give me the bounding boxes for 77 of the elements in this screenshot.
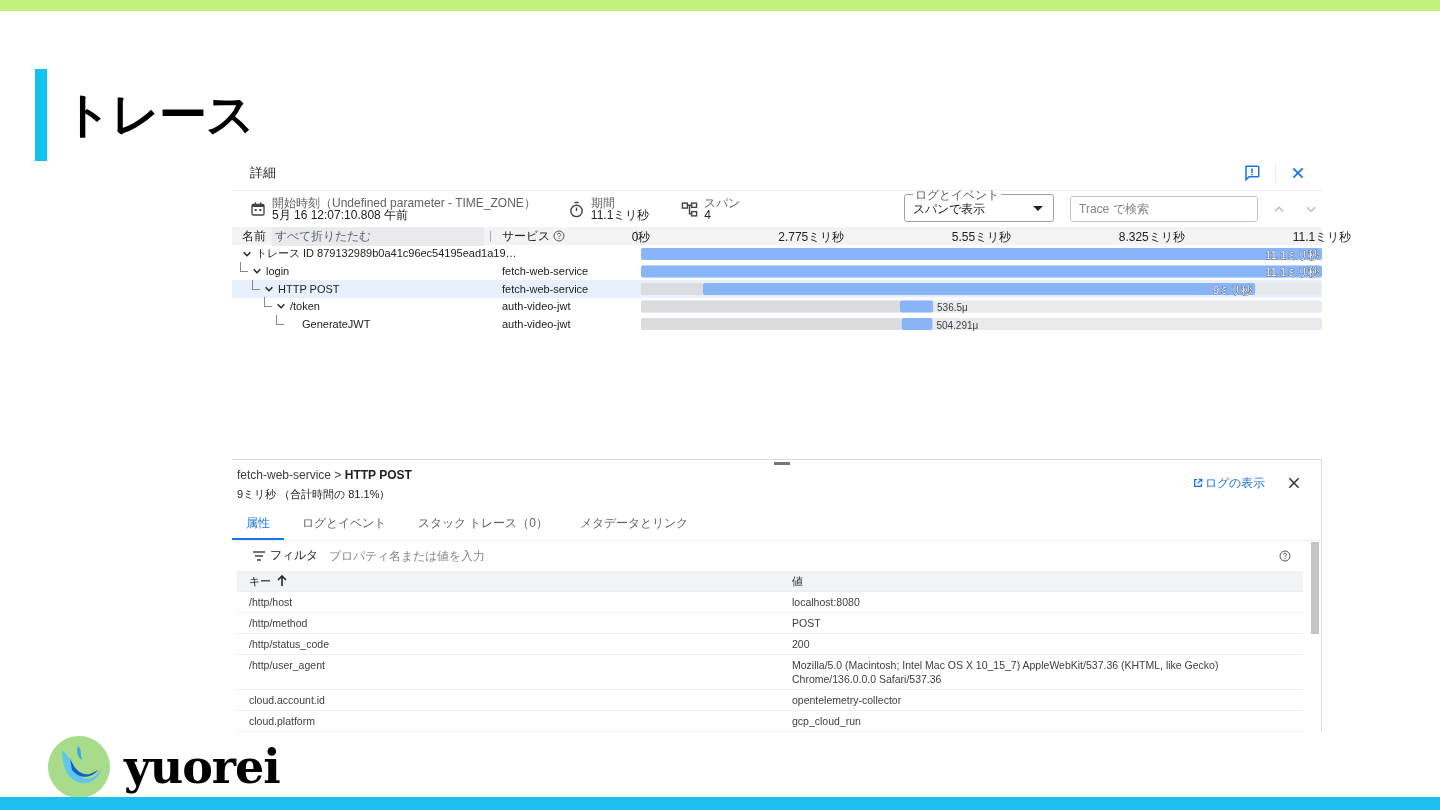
hierarchy-icon — [681, 200, 699, 218]
search-field[interactable]: Trace で検索 — [1070, 196, 1258, 222]
tab[interactable]: スタック トレース（0） — [404, 512, 562, 540]
attribute-key: /http/method — [249, 616, 308, 629]
help-icon[interactable] — [1279, 549, 1291, 562]
close-icon[interactable] — [1287, 476, 1301, 490]
attribute-key: cloud.account.id — [249, 693, 325, 706]
info-value: 11.1ミリ秒 — [590, 209, 650, 221]
span-name: トレース ID 879132989b0a41c96ec54195ead1a19… — [256, 246, 517, 262]
span-name-cell[interactable]: トレース ID 879132989b0a41c96ec54195ead1a19… — [232, 245, 641, 263]
axis-tick-label: 8.325ミリ秒 — [1118, 229, 1185, 246]
tab[interactable]: ログとイベント — [288, 512, 400, 540]
span-name: GenerateJWT — [302, 317, 371, 330]
axis-tick-label: 11.1ミリ秒 — [1292, 229, 1352, 246]
span-summary: 9ミリ秒 （合計時間の 81.1%） — [237, 486, 392, 502]
bar-value-label: 11.1ミリ秒 — [1265, 266, 1319, 278]
service-name: auth-video-jwt — [502, 317, 571, 330]
attribute-value: opentelemetry-collector — [792, 693, 902, 706]
service-name: auth-video-jwt — [502, 300, 571, 313]
help-icon[interactable] — [553, 230, 565, 242]
bird-logo-icon — [48, 736, 110, 798]
tree-connector — [252, 279, 260, 290]
slide-title: トレース — [63, 87, 254, 143]
bar-value-label: 536.5μ — [937, 302, 968, 313]
filter-label: フィルタ — [270, 547, 318, 564]
attribute-value: Mozilla/5.0 (Macintosh; Intel Mac OS X 10_15_7) AppleWebKit/537.36 (KHTML, like Gecko) Chrome/136.0.0.0 Safari/537.36 — [792, 658, 1219, 685]
attribute-key: /http/user_agent — [249, 658, 325, 671]
breadcrumb: fetch-web-service > HTTP POST — [237, 467, 412, 482]
axis-tick-label: 0秒 — [631, 229, 651, 246]
axis-tick-label: 2.775ミリ秒 — [778, 229, 845, 246]
span-name-cell[interactable]: GenerateJWT — [232, 315, 495, 333]
feedback-icon[interactable] — [1243, 164, 1261, 182]
bar-value-label: 504.291μ — [936, 319, 979, 331]
view-logs-link[interactable]: ログの表示 — [1193, 474, 1265, 492]
selected-row-cell[interactable]: HTTP POST — [232, 280, 495, 298]
collapse-all-button[interactable]: すべて折りたたむ — [272, 226, 485, 246]
service-name: fetch-web-service — [502, 282, 589, 295]
sort-ascending-icon[interactable] — [277, 575, 287, 586]
tree-connector — [240, 262, 248, 273]
info-label: 期間 — [590, 197, 616, 209]
span-name: /token — [290, 300, 320, 313]
calendar-icon — [250, 201, 266, 217]
service-name: fetch-web-service — [502, 265, 589, 278]
tab[interactable]: 属性 — [232, 512, 284, 540]
attribute-value: gcp_cloud_run — [792, 714, 861, 727]
span-name-cell[interactable]: /token — [232, 297, 495, 315]
axis-tick-label: 5.55ミリ秒 — [951, 229, 1012, 246]
view-select[interactable]: ログとイベント スパンで表示 — [904, 188, 1054, 222]
tree-connector — [276, 314, 284, 325]
column-header: 値 — [792, 574, 803, 587]
scrollbar-thumb[interactable] — [1311, 541, 1319, 634]
filter-icon[interactable] — [253, 550, 265, 561]
dropdown-icon — [1033, 206, 1043, 212]
span-name: HTTP POST — [278, 282, 340, 295]
external-link-icon — [1193, 478, 1203, 488]
attribute-value: POST — [792, 616, 821, 629]
bar-value-label: 11.1ミリ秒 — [1265, 248, 1319, 261]
attribute-value: localhost:8080 — [792, 595, 860, 608]
attribute-key: cloud.platform — [249, 714, 315, 727]
panel-title: 詳細 — [250, 164, 276, 182]
info-value: 5月 16 12:07:10.808 午前 — [272, 209, 409, 221]
tree-connector — [264, 297, 272, 308]
attribute-key: /http/host — [249, 595, 293, 608]
column-header: 名前 — [242, 227, 266, 245]
bar-value-label: 9ミリ秒 — [1213, 283, 1253, 296]
span-name: login — [266, 265, 290, 278]
attribute-key: /http/status_code — [249, 637, 329, 650]
resize-handle[interactable] — [774, 461, 790, 465]
attribute-value: 200 — [792, 637, 810, 650]
column-header: サービス — [502, 227, 550, 245]
span-name-cell[interactable]: login — [232, 262, 495, 280]
info-label: スパン — [704, 197, 741, 209]
stopwatch-icon — [567, 200, 585, 218]
info-label: 開始時刻（Undefined parameter - TIME_ZONE） — [272, 197, 536, 209]
tab[interactable]: メタデータとリンク — [566, 512, 702, 540]
info-value: 4 — [704, 209, 712, 221]
column-header[interactable]: キー — [249, 573, 271, 588]
